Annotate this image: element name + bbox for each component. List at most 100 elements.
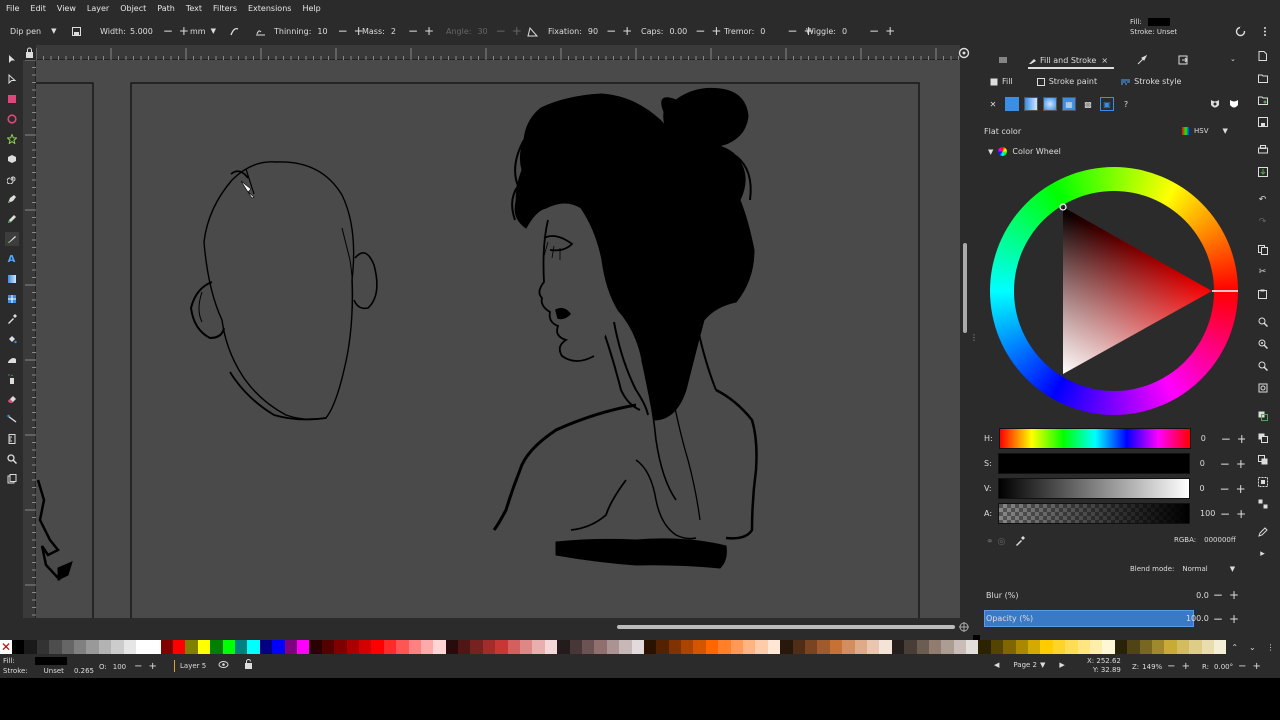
palette-swatch[interactable] xyxy=(544,640,558,654)
no-paint-icon[interactable]: ✕ xyxy=(986,97,1000,111)
layer-visibility-icon[interactable] xyxy=(218,660,229,671)
gradient-tool-icon[interactable] xyxy=(5,272,19,286)
saturation-value[interactable]: 0 xyxy=(1200,459,1214,468)
menu-help[interactable]: Help xyxy=(302,4,320,13)
open-recent-icon[interactable] xyxy=(1256,93,1270,107)
radial-gradient-icon[interactable] xyxy=(1043,97,1057,111)
value-value[interactable]: 0 xyxy=(1200,484,1214,493)
hue-decrease-button[interactable]: − xyxy=(1221,433,1231,445)
canvas-lock-icon[interactable] xyxy=(958,621,970,635)
palette-swatch[interactable] xyxy=(1089,640,1103,654)
fill-rule-nonzero-icon[interactable] xyxy=(1227,97,1241,111)
palette-swatch[interactable] xyxy=(420,640,434,654)
palette-swatch[interactable] xyxy=(631,640,644,654)
mass-increase-button[interactable]: + xyxy=(424,25,434,37)
palette-swatch[interactable] xyxy=(346,640,359,654)
star-tool-icon[interactable] xyxy=(5,132,19,146)
palette-swatch[interactable] xyxy=(235,640,248,654)
palette-swatch[interactable] xyxy=(259,640,273,654)
menu-file[interactable]: File xyxy=(6,4,19,13)
palette-swatch[interactable] xyxy=(953,640,967,654)
tweak-tool-icon[interactable] xyxy=(5,352,19,366)
palette-menu-icon[interactable]: ⋮ xyxy=(1267,643,1275,652)
palette-swatch[interactable] xyxy=(135,640,149,654)
palette-swatch[interactable] xyxy=(86,640,99,654)
status-opacity-increase-button[interactable]: + xyxy=(149,662,157,672)
wiggle-increase-button[interactable]: + xyxy=(885,25,895,37)
alpha-value[interactable]: 100 xyxy=(1200,509,1215,518)
connector-tool-icon[interactable] xyxy=(5,412,19,426)
more-commands-icon[interactable]: ▸ xyxy=(1256,547,1270,561)
palette-swatch[interactable] xyxy=(1151,640,1165,654)
palette-swatch[interactable] xyxy=(681,640,694,654)
palette-swatch[interactable] xyxy=(160,640,174,654)
angle-input[interactable]: 30 xyxy=(477,27,487,36)
ellipse-tool-icon[interactable] xyxy=(5,112,19,126)
palette-swatch[interactable] xyxy=(767,640,781,654)
tremor-decrease-button[interactable]: − xyxy=(787,25,797,37)
palette-swatch[interactable] xyxy=(966,640,979,654)
hue-slider[interactable] xyxy=(998,428,1191,449)
spray-tool-icon[interactable] xyxy=(5,372,19,386)
palette-swatch[interactable] xyxy=(1015,640,1029,654)
no-color-swatch-icon[interactable]: ✕ xyxy=(0,640,12,654)
opacity-decrease-button[interactable]: − xyxy=(1213,613,1223,625)
color-palette[interactable] xyxy=(0,640,1280,654)
zoom-correction-icon[interactable] xyxy=(958,47,970,61)
mesh-tool-icon[interactable] xyxy=(5,292,19,306)
pen-tool-icon[interactable] xyxy=(5,192,19,206)
palette-swatch[interactable] xyxy=(495,640,508,654)
opacity-increase-button[interactable]: + xyxy=(1229,613,1239,625)
palette-swatch[interactable] xyxy=(1189,640,1202,654)
menu-extensions[interactable]: Extensions xyxy=(248,4,291,13)
palette-swatch[interactable] xyxy=(309,640,322,654)
angle-pressure-icon[interactable] xyxy=(527,26,538,37)
palette-swatch[interactable] xyxy=(866,640,880,654)
width-input[interactable]: 5.000 xyxy=(130,27,153,36)
zoom-selection-icon[interactable] xyxy=(1256,315,1270,329)
palette-swatch[interactable] xyxy=(928,640,942,654)
spiral-tool-icon[interactable] xyxy=(5,172,19,186)
angle-increase-button[interactable]: + xyxy=(512,25,522,37)
palette-swatch[interactable] xyxy=(891,640,905,654)
palette-swatch[interactable] xyxy=(718,640,731,654)
palette-swatch[interactable] xyxy=(842,640,855,654)
palette-swatch[interactable] xyxy=(668,640,682,654)
palette-swatch[interactable] xyxy=(1164,640,1177,654)
edit-icon[interactable] xyxy=(1256,525,1270,539)
palette-swatch[interactable] xyxy=(408,640,421,654)
save-icon[interactable] xyxy=(1256,115,1270,129)
palette-swatch[interactable] xyxy=(941,640,954,654)
ruler-corner-lock-icon[interactable] xyxy=(23,45,36,60)
eraser-tool-icon[interactable] xyxy=(5,392,19,406)
value-slider[interactable] xyxy=(997,478,1190,499)
group-icon[interactable] xyxy=(1256,475,1270,489)
palette-swatch[interactable] xyxy=(1003,640,1016,654)
palette-swatch[interactable] xyxy=(520,640,533,654)
palette-swatch[interactable] xyxy=(705,640,719,654)
pressure-icon[interactable] xyxy=(229,26,240,37)
palette-swatch[interactable] xyxy=(111,640,124,654)
linear-gradient-icon[interactable] xyxy=(1024,97,1038,111)
cut-icon[interactable]: ✂ xyxy=(1256,265,1270,279)
palette-swatch[interactable] xyxy=(334,640,347,654)
palette-swatch[interactable] xyxy=(978,640,991,654)
palette-swatch[interactable] xyxy=(619,640,632,654)
pattern-icon[interactable]: ▩ xyxy=(1081,97,1095,111)
horizontal-ruler[interactable] xyxy=(36,45,960,60)
palette-swatch[interactable] xyxy=(470,640,483,654)
previous-page-icon[interactable]: ◀ xyxy=(994,661,999,669)
palette-swatch[interactable] xyxy=(916,640,929,654)
rgba-input[interactable]: 000000ff xyxy=(1204,536,1236,544)
palette-swatch[interactable] xyxy=(904,640,917,654)
node-tool-icon[interactable] xyxy=(5,72,19,86)
fixation-input[interactable]: 90 xyxy=(588,27,598,36)
zoom-input[interactable]: 149% xyxy=(1142,663,1162,671)
palette-swatch[interactable] xyxy=(358,640,372,654)
palette-swatch[interactable] xyxy=(1040,640,1053,654)
blur-increase-button[interactable]: + xyxy=(1229,589,1239,601)
menu-filters[interactable]: Filters xyxy=(213,4,237,13)
menu-view[interactable]: View xyxy=(57,4,76,13)
unset-paint-icon[interactable]: ? xyxy=(1119,97,1133,111)
undo-icon[interactable]: ↶ xyxy=(1256,193,1270,207)
